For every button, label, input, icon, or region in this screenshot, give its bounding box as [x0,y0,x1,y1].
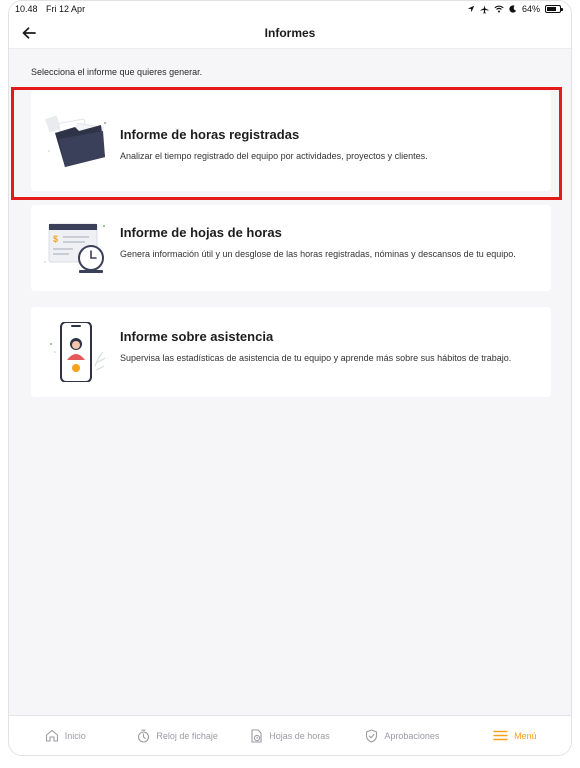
timesheet-icon [251,728,262,743]
tab-menu[interactable]: Menú [459,730,571,741]
tab-label: Hojas de horas [269,730,330,741]
status-time: 10.48 [15,4,38,14]
folder-illustration [41,111,113,171]
wifi-icon [494,5,504,13]
intro-text: Selecciona el informe que quieres genera… [31,67,203,77]
battery-percent: 64% [521,4,540,14]
app-window: 10.48 Fri 12 Apr 64% Informes Selecciona… [8,0,572,756]
menu-icon [493,730,508,741]
report-description: Genera información útil y un desglose de… [120,249,516,259]
arrow-left-icon [22,27,36,39]
report-description: Supervisa las estadísticas de asistencia… [120,353,512,363]
tab-aprobaciones[interactable]: Aprobaciones [346,728,458,743]
tab-inicio[interactable]: Inicio [9,729,121,742]
tab-label: Reloj de fichaje [156,730,218,741]
report-title: Informe sobre asistencia [120,329,274,344]
back-button[interactable] [19,23,39,43]
nav-bar: Informes [9,17,571,49]
svg-text:$: $ [53,234,58,244]
tab-reloj-de-fichaje[interactable]: Reloj de fichaje [121,729,233,743]
page-title: Informes [264,25,316,40]
moon-icon [509,5,517,13]
report-title: Informe de horas registradas [120,127,300,142]
stopwatch-icon [138,729,150,743]
battery-icon [545,5,563,13]
report-description: Analizar el tiempo registrado del equipo… [120,151,428,161]
timesheet-clock-illustration: $ [41,218,113,278]
status-bar: 10.48 Fri 12 Apr 64% [9,1,571,17]
home-icon [45,729,58,742]
shield-check-icon [366,728,378,743]
tab-label: Menú [514,730,537,741]
phone-person-illustration [41,321,113,383]
tab-bar: Inicio Reloj de fichaje Hojas de horas A… [9,715,571,755]
tab-label: Aprobaciones [384,730,440,741]
report-card-hojas-de-horas[interactable]: $ Informe de hojas de horas Genera infor… [31,205,551,291]
report-card-asistencia[interactable]: Informe sobre asistencia Supervisa las e… [31,307,551,397]
status-date: Fri 12 Apr [46,4,86,14]
report-title: Informe de hojas de horas [120,225,282,240]
airplane-icon [480,4,489,14]
location-icon [467,5,475,13]
tab-label: Inicio [64,730,86,741]
report-card-horas-registradas[interactable]: Informe de horas registradas Analizar el… [31,91,551,191]
tab-hojas-de-horas[interactable]: Hojas de horas [234,728,346,743]
